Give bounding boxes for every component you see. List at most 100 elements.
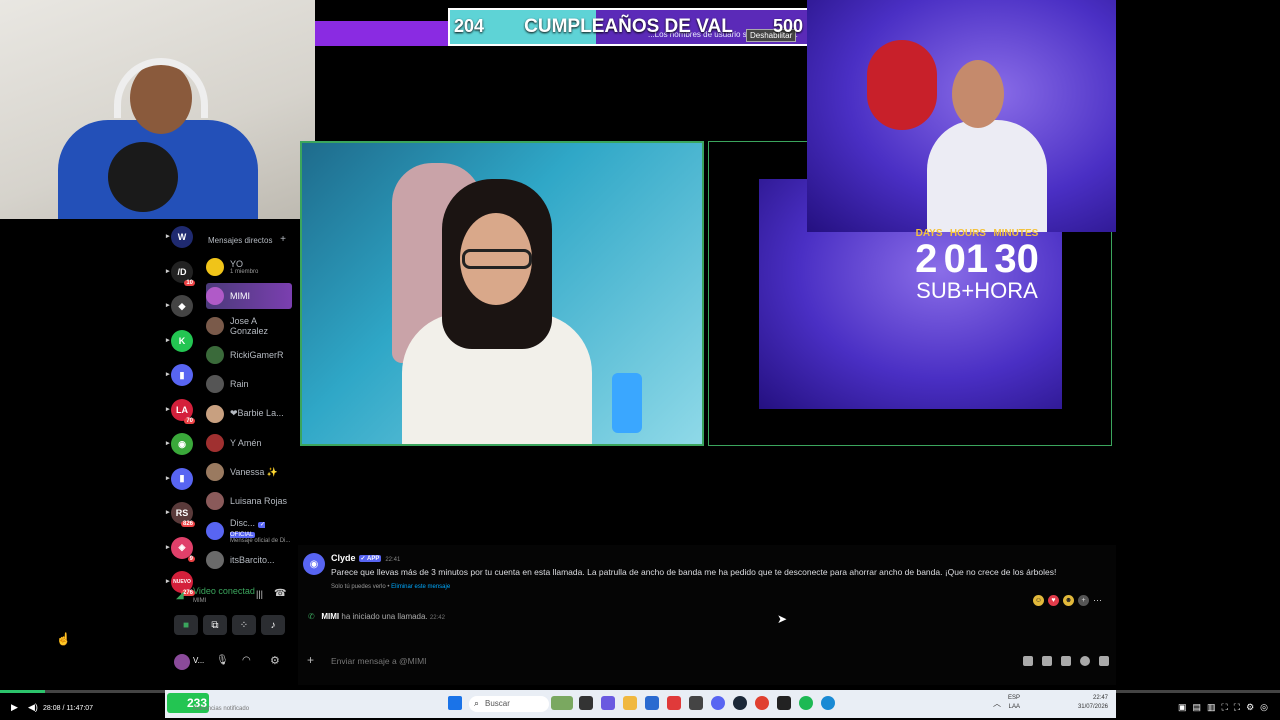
dm-avatar	[206, 316, 224, 335]
user-panel: V... 🎙︎ ◠ ⚙	[170, 650, 296, 676]
dm-item[interactable]: MIMI	[206, 283, 292, 310]
clyde-avatar[interactable]: ◉	[303, 553, 325, 575]
server-icon[interactable]: ▮ ▸	[166, 467, 193, 490]
headphones-icon[interactable]: ◠	[242, 655, 251, 666]
microphone	[108, 142, 178, 212]
glasses	[462, 249, 532, 269]
timer-minutes: 30	[994, 237, 1039, 281]
microphone-icon[interactable]: 🎙︎	[216, 655, 229, 666]
dm-item[interactable]: RickiGamerR	[206, 342, 292, 368]
dm-item[interactable]: Vanessa ✨	[206, 459, 292, 485]
chrome-icon[interactable]	[755, 696, 769, 710]
activities-button[interactable]: ⁘	[232, 615, 256, 635]
language[interactable]: ESP	[1008, 695, 1020, 701]
store-icon[interactable]	[601, 696, 615, 710]
windows-start-icon[interactable]	[448, 696, 462, 710]
message-input[interactable]: Enviar mensaje a @MIMI	[331, 656, 427, 666]
dm-item[interactable]: ❤Barbie La...	[206, 401, 292, 427]
emoji-icon[interactable]	[1080, 656, 1090, 666]
dm-name: itsBarcito...	[230, 555, 275, 565]
goal-progress: ...Los nombres de usuario se ha truncado…	[448, 8, 809, 46]
dm-item[interactable]: Luisana Rojas	[206, 488, 292, 514]
react-smile-icon[interactable]: ☻	[1063, 595, 1074, 606]
dm-avatar	[206, 463, 224, 482]
steam-icon[interactable]	[733, 696, 747, 710]
dm-item[interactable]: Y Amén	[206, 430, 292, 456]
sticker-icon[interactable]	[1061, 656, 1071, 666]
player-tool-icons[interactable]: ▣▤▥⛶⛶⚙◎	[1178, 702, 1274, 713]
search-icon: ⌕	[474, 698, 480, 708]
file-explorer-icon[interactable]	[623, 696, 637, 710]
server-icon[interactable]: RS 826 ▸	[166, 502, 195, 527]
dm-subtitle: Mensaje oficial de Di...	[230, 537, 291, 544]
dm-subtitle: 1 miembro	[230, 269, 259, 275]
dm-item[interactable]: Rain	[206, 371, 292, 397]
react-heart-icon[interactable]: ♥	[1048, 595, 1059, 606]
dm-text: MIMI	[230, 291, 250, 301]
volume-icon[interactable]: ◀)	[28, 702, 38, 713]
clock-date: 31/07/2026	[1077, 704, 1108, 710]
server-icon[interactable]: ◈ 9 ▸	[166, 536, 195, 562]
clock[interactable]: 22:47 31/07/2026	[1078, 694, 1108, 712]
more-options-icon[interactable]: ⋯	[1093, 595, 1102, 606]
timer-hours: 01	[943, 237, 989, 281]
server-label: /D	[177, 266, 187, 277]
server-icon[interactable]: ◆ ▸	[166, 295, 193, 317]
react-laugh-icon[interactable]: ☺	[1033, 595, 1044, 606]
dm-text: RickiGamerR	[230, 350, 284, 360]
goal-target: 500	[772, 16, 803, 36]
noise-suppression-icon[interactable]: |||	[256, 589, 263, 599]
server-icon[interactable]: W ▸	[166, 226, 193, 248]
attach-plus-icon[interactable]: +	[307, 653, 314, 667]
dm-header: Mensajes directos	[208, 236, 273, 245]
disconnect-icon[interactable]: ☎	[274, 588, 286, 599]
dm-item[interactable]: itsBarcito...	[206, 547, 292, 573]
server-icon[interactable]: K ▸	[166, 329, 193, 352]
task-view-icon[interactable]	[579, 696, 593, 710]
tray-chevron-icon[interactable]: ︿	[993, 698, 1001, 709]
server-expand-arrow-icon: ▸	[166, 440, 170, 447]
video-tile-mimi[interactable]	[300, 141, 704, 446]
gif-icon[interactable]	[1042, 656, 1052, 666]
screen-share-button[interactable]: ⧉	[203, 615, 227, 635]
apps-icon[interactable]	[1099, 656, 1109, 666]
server-icon[interactable]: LA 70 ▸	[166, 398, 195, 424]
message-author[interactable]: Clyde	[331, 553, 356, 563]
chat-area: ◉ Clyde ✓ APP 22:41 Parece que llevas más …	[298, 545, 1116, 685]
server-label: ◉	[178, 438, 186, 449]
server-expand-arrow-icon: ▸	[166, 474, 170, 482]
edge-icon[interactable]	[821, 696, 835, 710]
play-icon[interactable]: ▶	[11, 702, 18, 713]
delete-message-link[interactable]: Eliminar este mensaje	[391, 584, 450, 590]
timer-subtitle: SUB+HORA	[916, 278, 1038, 303]
dm-item[interactable]: YO 1 miembro	[206, 254, 292, 280]
app-icon-red[interactable]	[667, 696, 681, 710]
new-dm-plus-icon[interactable]: +	[280, 234, 286, 245]
server-icon[interactable]: ▮ ▸	[166, 364, 193, 386]
user-avatar[interactable]	[174, 654, 190, 670]
dm-name: MIMI	[230, 291, 250, 302]
server-expand-arrow-icon: ▸	[166, 302, 170, 309]
soundboard-button[interactable]: ♪	[261, 615, 285, 635]
spotify-icon[interactable]	[799, 696, 813, 710]
server-icon[interactable]: ◉ ▸	[166, 433, 193, 455]
add-reaction-icon[interactable]: +	[1078, 595, 1089, 606]
dm-item[interactable]: Disc... ✓ OFICIAL Mensaje oficial de Di...	[206, 518, 292, 544]
widgets-icon[interactable]	[551, 696, 573, 710]
call-user[interactable]: MIMI	[321, 612, 339, 621]
settings-gear-icon[interactable]: ⚙	[270, 654, 280, 667]
obs-icon[interactable]	[777, 696, 791, 710]
server-expand-arrow-icon: ▸	[166, 405, 170, 413]
direct-messages-list: Mensajes directos + YO 1 miembro MIMI Jose …	[202, 222, 296, 582]
lamp	[612, 373, 642, 433]
app-icon-blue[interactable]	[645, 696, 659, 710]
discord-icon[interactable]	[711, 696, 725, 710]
gift-icon[interactable]	[1023, 656, 1033, 666]
app-icon-dark[interactable]	[689, 696, 703, 710]
server-icon[interactable]: /D 10 ▸	[166, 260, 195, 286]
game-label: Ganancias notificado	[193, 706, 250, 712]
camera-button[interactable]: ■	[174, 615, 198, 635]
dm-item[interactable]: Jose A Gonzalez	[206, 313, 292, 339]
taskbar-search[interactable]: ⌕ Buscar	[469, 696, 549, 712]
player-time: 28:08 / 11:47:07	[43, 705, 94, 712]
